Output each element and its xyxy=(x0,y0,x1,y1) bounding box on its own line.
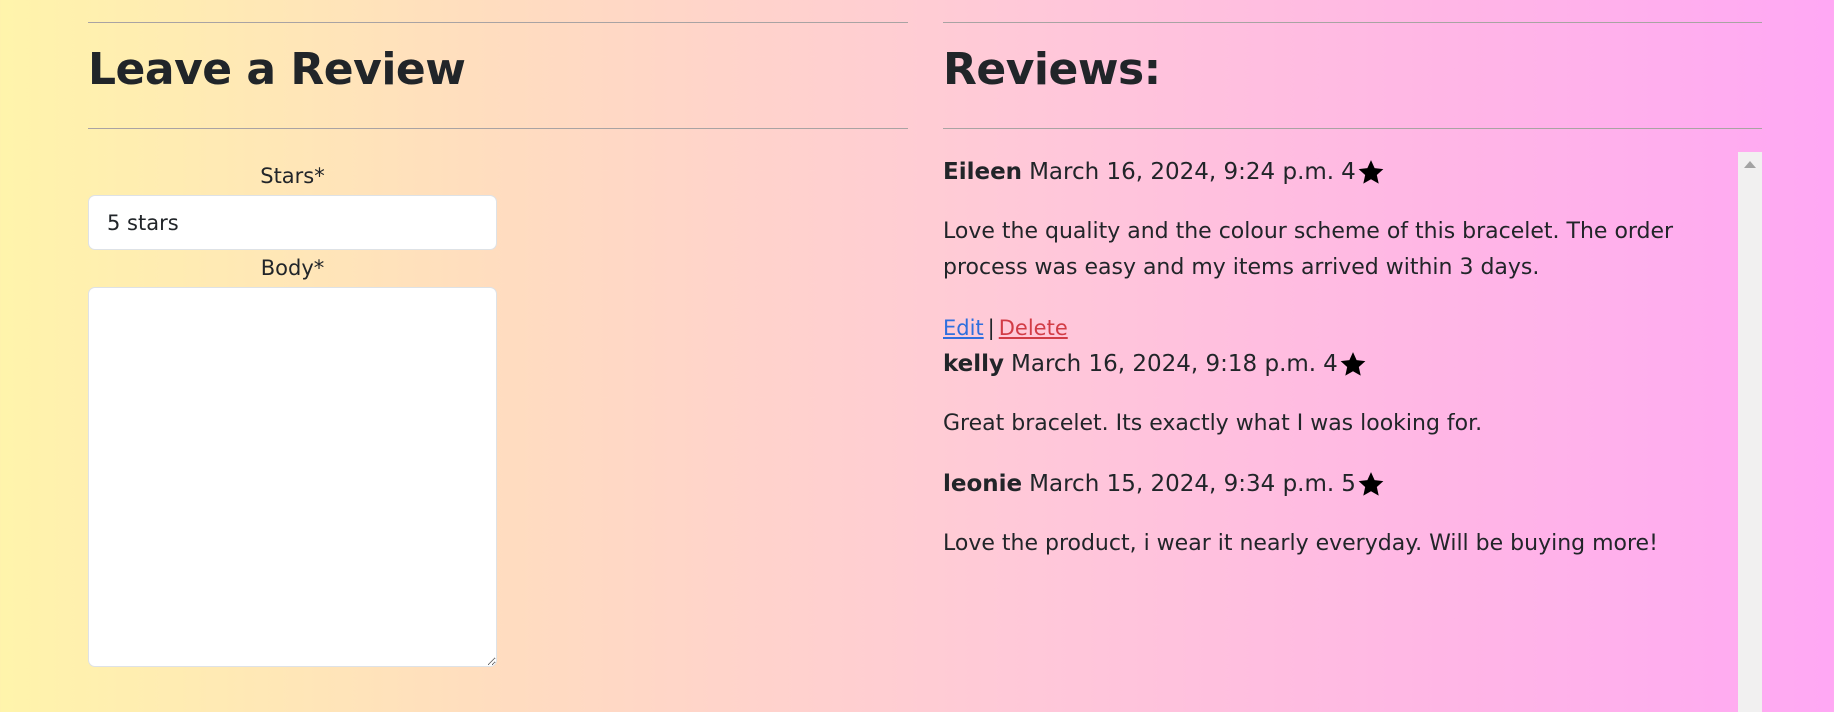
action-separator: | xyxy=(987,316,995,340)
star-icon xyxy=(1358,160,1384,184)
edit-review-link[interactable]: Edit xyxy=(943,316,984,340)
stars-select[interactable]: 5 stars xyxy=(88,195,497,250)
delete-review-link[interactable]: Delete xyxy=(999,316,1068,340)
review-body: Love the quality and the colour scheme o… xyxy=(943,219,1674,280)
reviews-scrollbar[interactable] xyxy=(1738,152,1762,712)
review-form-title: Leave a Review xyxy=(88,44,466,95)
divider-top xyxy=(88,22,908,23)
review-author: kelly xyxy=(943,351,1005,377)
review-rating: 4 xyxy=(1323,351,1338,377)
star-icon xyxy=(1358,472,1384,496)
scroll-up-arrow-icon[interactable] xyxy=(1744,161,1756,168)
review-rating: 4 xyxy=(1341,159,1356,185)
review-date: March 16, 2024, 9:18 p.m. xyxy=(1011,351,1317,377)
review-body: Great bracelet. Its exactly what I was l… xyxy=(943,411,1483,436)
star-icon xyxy=(1340,352,1366,376)
reviews-scroll-area[interactable]: Eileen March 16, 2024, 9:24 p.m. 4 Love … xyxy=(943,152,1762,712)
divider-bottom xyxy=(943,128,1762,129)
review-meta: Eileen March 16, 2024, 9:24 p.m. 4 xyxy=(943,158,1385,186)
stars-label: Stars* xyxy=(260,164,325,188)
review-meta: leonie March 15, 2024, 9:34 p.m. 5 xyxy=(943,470,1385,498)
review-actions: Edit | Delete xyxy=(943,316,1068,340)
stars-select-value: 5 stars xyxy=(107,210,179,235)
review-date: March 15, 2024, 9:34 p.m. xyxy=(1029,471,1335,497)
divider-bottom xyxy=(88,128,908,129)
review-meta: kelly March 16, 2024, 9:18 p.m. 4 xyxy=(943,350,1367,378)
review-rating: 5 xyxy=(1341,471,1356,497)
reviews-title: Reviews: xyxy=(943,44,1161,95)
review-body: Love the product, i wear it nearly every… xyxy=(943,531,1658,556)
body-textarea[interactable] xyxy=(88,287,497,667)
review-author: Eileen xyxy=(943,159,1023,185)
divider-top xyxy=(943,22,1762,23)
body-label: Body* xyxy=(260,256,325,280)
review-author: leonie xyxy=(943,471,1023,497)
review-date: March 16, 2024, 9:24 p.m. xyxy=(1029,159,1335,185)
